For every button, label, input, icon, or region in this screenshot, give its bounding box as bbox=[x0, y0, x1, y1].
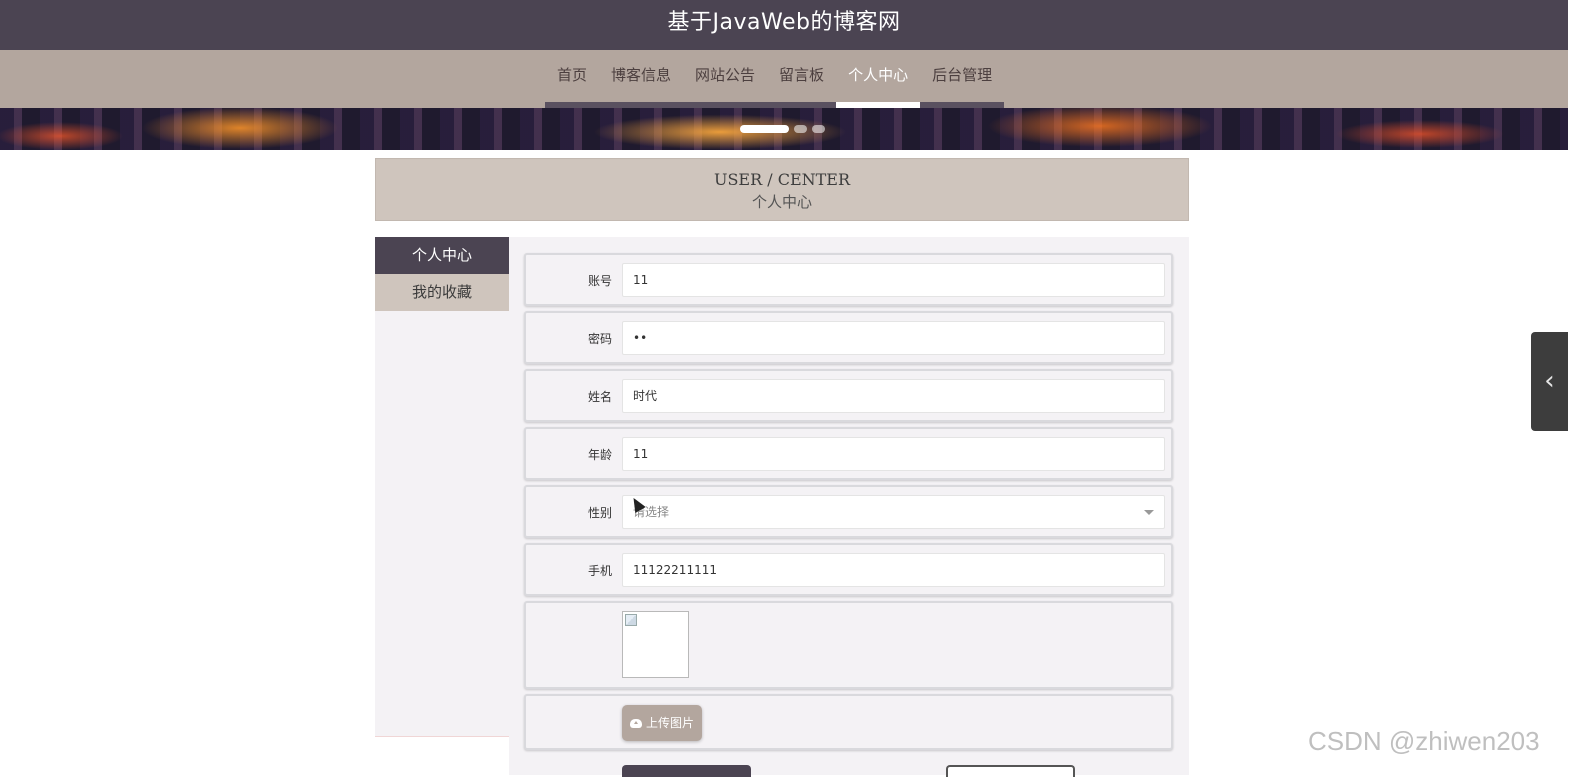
password-label: 密码 bbox=[587, 332, 612, 346]
form-row-account: 账号 11 bbox=[524, 253, 1173, 306]
site-header: 基于JavaWeb的博客网 bbox=[0, 0, 1568, 50]
name-label: 姓名 bbox=[587, 390, 612, 404]
user-sidebar: 个人中心 我的收藏 bbox=[375, 237, 509, 737]
watermark: CSDN @zhiwen203 bbox=[1308, 726, 1540, 756]
gender-label: 性别 bbox=[587, 506, 612, 520]
broken-image-icon bbox=[625, 614, 637, 626]
nav-item-message-board[interactable]: 留言板 bbox=[767, 50, 837, 108]
form-row-avatar bbox=[524, 601, 1173, 689]
side-panel-toggle[interactable]: ‹ bbox=[1531, 332, 1568, 431]
nav-item-user-center[interactable]: 个人中心 bbox=[836, 50, 921, 108]
banner-carousel bbox=[0, 108, 1568, 150]
nav-item-blog-info[interactable]: 博客信息 bbox=[599, 50, 684, 108]
age-input[interactable]: 11 bbox=[622, 437, 1165, 471]
chevron-down-icon bbox=[1144, 510, 1154, 515]
sidebar-item-favorites[interactable]: 我的收藏 bbox=[375, 274, 509, 311]
nav-item-label: 个人中心 bbox=[848, 66, 909, 84]
age-label: 年龄 bbox=[587, 448, 612, 462]
form-row-age: 年龄 11 bbox=[524, 427, 1173, 480]
profile-form: 账号 11 密码 •• 姓名 时代 年龄 11 性别 请选择 手机 111222… bbox=[509, 237, 1189, 775]
nav-item-label: 留言板 bbox=[779, 66, 825, 84]
nav-item-label: 后台管理 bbox=[932, 66, 993, 84]
form-row-phone: 手机 11122211111 bbox=[524, 543, 1173, 596]
nav-item-home[interactable]: 首页 bbox=[545, 50, 600, 108]
account-input[interactable]: 11 bbox=[622, 263, 1165, 297]
form-row-password: 密码 •• bbox=[524, 311, 1173, 364]
phone-label: 手机 bbox=[587, 564, 612, 578]
logout-button[interactable] bbox=[946, 765, 1075, 777]
phone-input[interactable]: 11122211111 bbox=[622, 553, 1165, 587]
avatar-preview bbox=[622, 611, 689, 678]
nav-item-label: 博客信息 bbox=[611, 66, 672, 84]
form-row-gender: 性别 请选择 bbox=[524, 485, 1173, 538]
site-title: 基于JavaWeb的博客网 bbox=[667, 10, 901, 35]
gender-select[interactable]: 请选择 bbox=[622, 495, 1165, 529]
carousel-dot-1[interactable] bbox=[740, 125, 789, 133]
sidebar-item-user-center[interactable]: 个人中心 bbox=[375, 237, 509, 274]
nav-item-label: 网站公告 bbox=[695, 66, 756, 84]
section-title-en: USER / CENTER bbox=[713, 170, 851, 189]
form-row-name: 姓名 时代 bbox=[524, 369, 1173, 422]
upload-image-button[interactable]: 上传图片 bbox=[622, 705, 703, 741]
section-title-cn: 个人中心 bbox=[751, 193, 812, 211]
form-row-upload: 上传图片 bbox=[524, 694, 1173, 750]
nav-item-announcements[interactable]: 网站公告 bbox=[683, 50, 768, 108]
carousel-dot-3[interactable] bbox=[812, 125, 825, 133]
section-heading: USER / CENTER 个人中心 bbox=[375, 158, 1189, 221]
upload-button-label: 上传图片 bbox=[646, 716, 695, 730]
account-label: 账号 bbox=[587, 274, 612, 288]
nav-item-admin[interactable]: 后台管理 bbox=[920, 50, 1005, 108]
main-nav: 首页 博客信息 网站公告 留言板 个人中心 后台管理 bbox=[0, 50, 1568, 108]
carousel-dot-2[interactable] bbox=[794, 125, 807, 133]
carousel-indicators bbox=[740, 125, 825, 133]
name-input[interactable]: 时代 bbox=[622, 379, 1165, 413]
cloud-upload-icon bbox=[630, 718, 642, 728]
nav-item-label: 首页 bbox=[557, 66, 588, 84]
chevron-left-icon: ‹ bbox=[1544, 366, 1555, 396]
update-button[interactable] bbox=[622, 765, 751, 777]
password-input[interactable]: •• bbox=[622, 321, 1165, 355]
